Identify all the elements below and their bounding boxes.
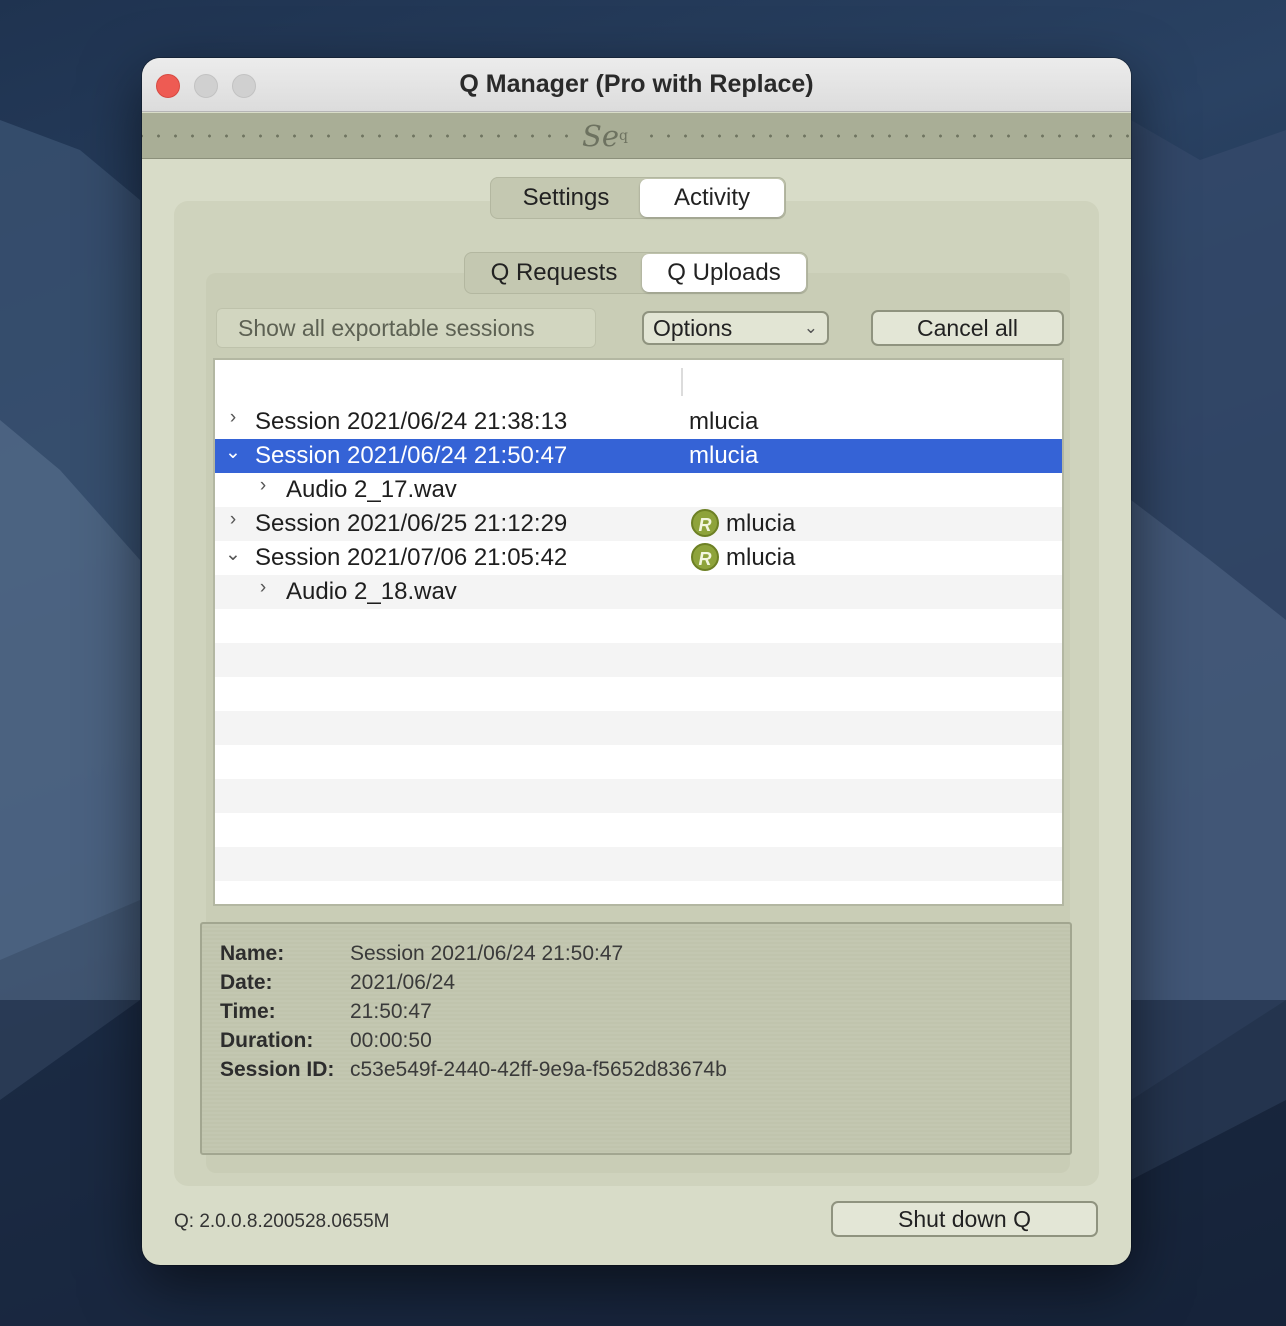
shut-down-q-button[interactable]: Shut down Q — [831, 1201, 1098, 1237]
main-tab-control: Settings Activity — [490, 177, 786, 219]
table-row-selected[interactable]: ⌄ Session 2021/06/24 21:50:47 mlucia — [215, 439, 1062, 473]
empty-row — [215, 779, 1062, 813]
chevron-down-icon: ⌄ — [803, 318, 818, 337]
table-row[interactable]: ⌄ Session 2021/07/06 21:05:42 R mlucia — [215, 541, 1062, 575]
table-row-child[interactable]: › Audio 2_17.wav — [215, 473, 1062, 507]
uploads-table[interactable]: › Session 2021/06/24 21:38:13 mlucia ⌄ S… — [213, 358, 1064, 906]
session-user: mlucia — [689, 442, 759, 469]
session-name: Session 2021/06/24 21:50:47 — [255, 442, 568, 469]
cancel-all-button[interactable]: Cancel all — [871, 310, 1064, 346]
empty-row — [215, 643, 1062, 677]
chevron-right-icon[interactable]: › — [223, 407, 243, 429]
session-name: Session 2021/06/25 21:12:29 — [255, 510, 568, 537]
title-bar[interactable]: Q Manager (Pro with Replace) — [142, 58, 1131, 112]
detail-duration: Duration: 00:00:50 — [220, 1029, 432, 1052]
chevron-right-icon[interactable]: › — [253, 475, 273, 497]
table-row[interactable]: › Session 2021/06/25 21:12:29 R mlucia — [215, 507, 1062, 541]
chevron-down-icon[interactable]: ⌄ — [223, 543, 243, 566]
tab-settings[interactable]: Settings — [492, 179, 640, 217]
detail-session-id: Session ID: c53e549f-2440-42ff-9e9a-f5652… — [220, 1058, 727, 1081]
audio-file-name: Audio 2_17.wav — [286, 476, 457, 503]
tab-q-uploads[interactable]: Q Uploads — [642, 254, 806, 292]
table-row-child[interactable]: › Audio 2_18.wav — [215, 575, 1062, 609]
chevron-right-icon[interactable]: › — [253, 577, 273, 599]
session-user: mlucia — [726, 510, 796, 537]
version-label: Q: 2.0.0.8.200528.0655M — [174, 1211, 390, 1232]
empty-row — [215, 847, 1062, 881]
logo-bar: Seq — [142, 113, 1131, 159]
options-dropdown-value: Options — [653, 315, 733, 341]
replace-badge-icon: R — [691, 509, 719, 537]
session-name: Session 2021/07/06 21:05:42 — [255, 544, 568, 571]
se-q-logo-icon: Seq — [570, 115, 640, 157]
session-user: mlucia — [726, 544, 796, 571]
detail-date: Date: 2021/06/24 — [220, 971, 456, 994]
window-title: Q Manager (Pro with Replace) — [459, 70, 814, 98]
show-all-exportable-sessions-filter[interactable]: Show all exportable sessions — [216, 308, 596, 348]
table-row[interactable]: › Session 2021/06/24 21:38:13 mlucia — [215, 405, 1062, 439]
q-manager-window: Q Manager (Pro with Replace) Seq Setting… — [142, 58, 1131, 1265]
detail-time: Time: 21:50:47 — [220, 1000, 432, 1023]
audio-file-name: Audio 2_18.wav — [286, 578, 457, 605]
tab-q-requests[interactable]: Q Requests — [466, 254, 642, 292]
column-divider[interactable] — [681, 368, 683, 396]
detail-name: Name: Session 2021/06/24 21:50:47 — [220, 942, 624, 965]
session-name: Session 2021/06/24 21:38:13 — [255, 408, 568, 435]
sub-tab-control: Q Requests Q Uploads — [464, 252, 808, 294]
options-dropdown[interactable]: Options ⌄ — [642, 311, 829, 345]
empty-row — [215, 711, 1062, 745]
tab-activity[interactable]: Activity — [640, 179, 784, 217]
replace-badge-icon: R — [691, 543, 719, 571]
session-details-panel: Name: Session 2021/06/24 21:50:47 Date: 20… — [200, 922, 1072, 1155]
chevron-right-icon[interactable]: › — [223, 509, 243, 531]
session-user: mlucia — [689, 408, 759, 435]
chevron-down-icon[interactable]: ⌄ — [223, 441, 243, 464]
